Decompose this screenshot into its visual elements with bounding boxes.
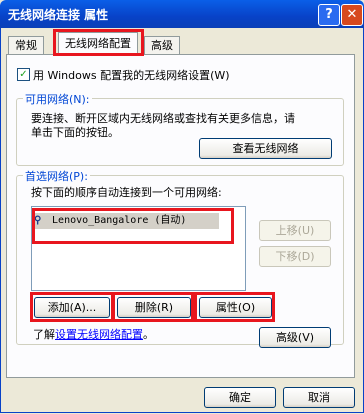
preferred-networks-list[interactable]: ⚲ Lenovo_Bangalore (自动)	[31, 206, 246, 291]
remove-button[interactable]: 删除(R)	[117, 297, 191, 318]
tab-wireless-config[interactable]: 无线网络配置	[58, 32, 138, 55]
tab-advanced[interactable]: 高级	[144, 36, 180, 55]
learn-prefix: 了解	[33, 328, 55, 341]
use-windows-checkbox[interactable]: ✓	[17, 68, 30, 81]
advanced-button[interactable]: 高级(V)	[259, 327, 331, 348]
add-button[interactable]: 添加(A)...	[34, 297, 110, 318]
view-wireless-networks-button[interactable]: 查看无线网络	[199, 138, 332, 159]
learn-suffix: 。	[143, 328, 154, 341]
preferred-instruction: 按下面的顺序自动连接到一个可用网络:	[31, 186, 222, 199]
list-item[interactable]: ⚲ Lenovo_Bangalore (自动)	[34, 213, 219, 229]
available-description-2: 单击下面的按钮。	[31, 126, 119, 139]
preferred-networks-label: 首选网络(P):	[23, 168, 90, 184]
learn-link[interactable]: 设置无线网络配置	[55, 328, 143, 341]
use-windows-label: 用 Windows 配置我的无线网络设置(W)	[33, 69, 230, 82]
cancel-button[interactable]: 取消	[283, 387, 355, 408]
learn-text: 了解设置无线网络配置。	[33, 326, 154, 342]
move-up-button[interactable]: 上移(U)	[259, 220, 331, 241]
help-button[interactable]: ?	[318, 4, 340, 26]
move-down-button[interactable]: 下移(D)	[259, 246, 331, 267]
available-networks-label: 可用网络(N):	[23, 91, 92, 107]
close-button[interactable]: ✕	[341, 4, 363, 26]
window-title: 无线网络连接 属性	[8, 8, 109, 22]
ok-button[interactable]: 确定	[204, 387, 276, 408]
wireless-key-icon: ⚲	[34, 215, 42, 226]
title-bar: 无线网络连接 属性 ? ✕	[0, 0, 364, 28]
network-name: Lenovo_Bangalore (自动)	[52, 215, 187, 226]
properties-button[interactable]: 属性(O)	[199, 297, 272, 318]
tab-general[interactable]: 常规	[8, 36, 44, 55]
